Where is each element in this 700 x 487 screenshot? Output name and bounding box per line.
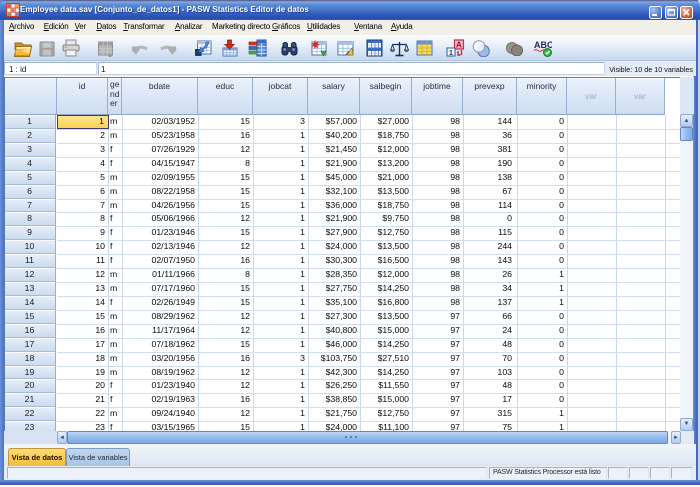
svg-text:1: 1 bbox=[448, 48, 452, 57]
svg-text:A: A bbox=[455, 40, 461, 50]
